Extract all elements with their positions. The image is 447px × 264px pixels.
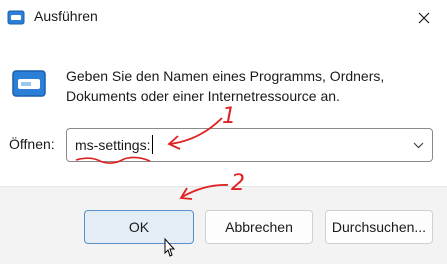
- annotation-label-2: 2: [231, 171, 245, 196]
- open-input[interactable]: ms-settings:: [75, 137, 150, 153]
- close-button[interactable]: [401, 0, 447, 36]
- browse-button[interactable]: Durchsuchen...: [325, 210, 433, 244]
- open-combobox[interactable]: ms-settings:: [66, 128, 433, 162]
- run-icon: [12, 70, 46, 97]
- button-bar: OK Abbrechen Durchsuchen...: [0, 186, 447, 264]
- open-label: Öffnen:: [9, 136, 55, 152]
- dropdown-button[interactable]: [404, 129, 432, 161]
- cancel-button[interactable]: Abbrechen: [205, 210, 313, 244]
- annotation-label-1: 1: [222, 104, 236, 129]
- run-icon: [7, 10, 25, 25]
- mouse-cursor-icon: [164, 237, 176, 257]
- text-caret: [152, 135, 153, 154]
- close-icon: [418, 12, 430, 24]
- window-title: Ausführen: [34, 8, 98, 24]
- chevron-down-icon: [413, 142, 423, 148]
- title-bar: Ausführen: [0, 0, 447, 36]
- description-text: Geben Sie den Namen eines Programms, Ord…: [66, 68, 385, 104]
